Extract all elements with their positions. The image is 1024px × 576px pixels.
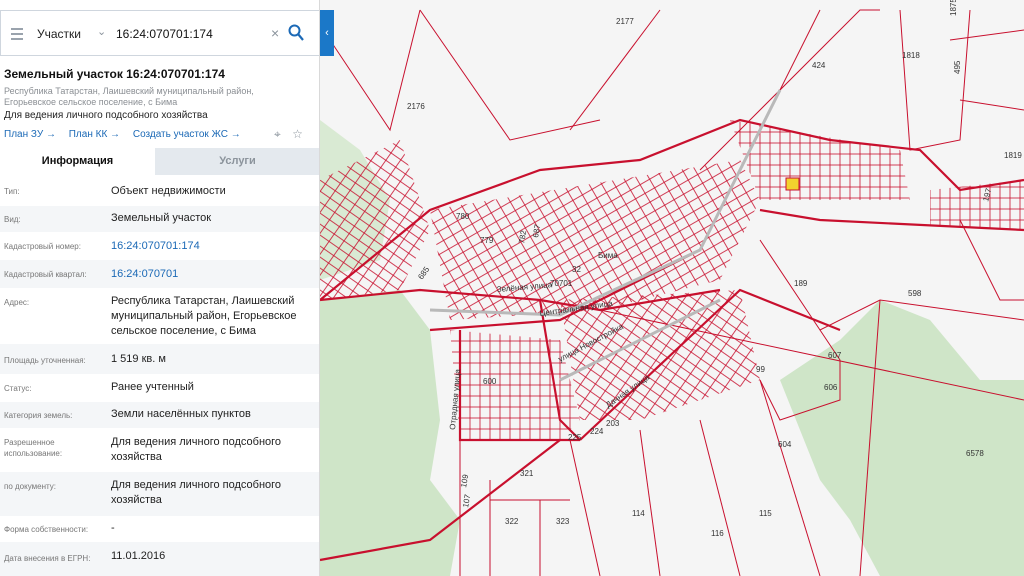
parcel-number-label: 99 (756, 365, 765, 374)
parcel-number-label: 189 (794, 279, 808, 288)
parcel-number-label: 779 (480, 236, 494, 245)
parcel-number-label: 322 (505, 517, 519, 526)
menu-icon[interactable] (11, 28, 23, 40)
collapse-panel-button[interactable]: ‹ (320, 10, 334, 56)
parcel-number-label: 323 (556, 517, 570, 526)
info-row-address: Адрес: Республика Татарстан, Лаишевский … (0, 288, 319, 344)
row-value: Земли населённых пунктов (111, 408, 251, 420)
row-value: Объект недвижимости (111, 185, 226, 197)
plan-kk-link[interactable]: План КК → (69, 129, 120, 140)
search-icon[interactable] (288, 24, 304, 42)
info-row-by-document: по документу: Для ведения личного подсоб… (0, 472, 319, 516)
info-row-category: Категория земель: Земли населённых пункт… (0, 402, 319, 428)
close-icon[interactable]: × (271, 25, 279, 41)
parcel-number-label: 115 (759, 509, 772, 518)
parcel-number-label: 203 (606, 419, 620, 428)
cadastral-number-link[interactable]: 16:24:070701:174 (111, 239, 311, 254)
row-value: Земельный участок (111, 212, 212, 224)
info-row-kind: Вид: Земельный участок (0, 206, 319, 232)
parcel-number-label: 607 (828, 351, 842, 360)
parcel-number-label: 604 (778, 440, 792, 449)
tab-bar: Информация Услуги (0, 148, 319, 175)
row-value: Ранее учтенный (111, 381, 194, 393)
row-label: Форма собственности: (4, 525, 89, 534)
info-row-cadastral-quarter: Кадастровый квартал: 16:24:070701 (0, 260, 319, 288)
row-label: Кадастровый квартал: (4, 270, 87, 279)
info-panel: Участки ⌄ 16:24:070701:174 × Земельный у… (0, 0, 320, 576)
row-label: Площадь уточненная: (4, 356, 86, 365)
action-links: План ЗУ → План КК → Создать участок ЖС → (4, 129, 251, 140)
parcel-number-label: 780 (456, 212, 470, 221)
row-value: Для ведения личного подсобного хозяйства (111, 436, 282, 463)
parcel-number-label: 606 (824, 383, 838, 392)
parcel-number-label: 2177 (616, 17, 634, 26)
parcel-number-label: 424 (812, 61, 826, 70)
search-input[interactable]: 16:24:070701:174 (116, 27, 213, 41)
row-label: Вид: (4, 215, 21, 224)
parcel-number-label: 1875 (949, 0, 958, 16)
info-row-ownership: Форма собственности: - (0, 516, 319, 542)
parcel-number-label: 116 (711, 529, 724, 538)
info-row-type: Тип: Объект недвижимости (0, 178, 319, 206)
selected-parcel[interactable] (785, 177, 800, 191)
row-label: Категория земель: (4, 411, 73, 420)
info-row-permitted-use: Разрешенное использование: Для ведения л… (0, 428, 319, 472)
info-row-egrn-date: Дата внесения в ЕГРН: 11.01.2016 (0, 542, 319, 576)
tools: ⌖ ☆ (274, 127, 311, 142)
parcel-number-label: 114 (632, 509, 645, 518)
parcel-purpose: Для ведения личного подсобного хозяйства (4, 110, 208, 121)
parcel-number-label: 6578 (966, 449, 984, 458)
parcel-number-label: 321 (520, 469, 534, 478)
row-label: Разрешенное использование: (4, 438, 63, 458)
row-label: Тип: (4, 187, 20, 196)
village-label: Бима (598, 251, 618, 260)
parcel-number-label: 600 (483, 377, 497, 386)
row-label: по документу: (4, 482, 56, 491)
tab-info[interactable]: Информация (0, 148, 155, 175)
row-value: Для ведения личного подсобного хозяйства (111, 479, 282, 506)
parcel-number-label: 2176 (407, 102, 425, 111)
parcel-address-short: Республика Татарстан, Лаишевский муницип… (4, 86, 254, 107)
info-row-area: Площадь уточненная: 1 519 кв. м (0, 344, 319, 374)
row-value: 11.01.2016 (111, 550, 166, 562)
row-label: Статус: (4, 384, 32, 393)
row-label: Кадастровый номер: (4, 242, 81, 251)
parcel-number-label: 225 (568, 433, 582, 442)
search-scope-select[interactable]: Участки (37, 27, 81, 41)
parcel-number-label: 32 (572, 265, 581, 274)
parcel-title: Земельный участок 16:24:070701:174 (4, 67, 225, 81)
row-value: Республика Татарстан, Лаишевский муницип… (111, 295, 297, 337)
tab-services[interactable]: Услуги (155, 148, 319, 175)
row-label: Дата внесения в ЕГРН: (4, 554, 91, 563)
locate-icon[interactable]: ⌖ (274, 127, 281, 141)
plan-zu-link[interactable]: План ЗУ → (4, 129, 56, 140)
housing-block (450, 330, 580, 440)
row-label: Адрес: (4, 298, 30, 307)
parcel-number-label: 598 (908, 289, 922, 298)
parcel-number-label: 495 (953, 60, 962, 74)
parcel-number-label: 224 (590, 427, 604, 436)
cadastral-quarter-link[interactable]: 16:24:070701 (111, 267, 311, 282)
row-value: 1 519 кв. м (111, 353, 166, 365)
row-value: - (111, 522, 115, 534)
parcel-number-label: 1819 (1004, 151, 1022, 160)
info-row-cadastral-number: Кадастровый номер: 16:24:070701:174 (0, 232, 319, 260)
star-icon[interactable]: ☆ (292, 127, 303, 141)
parcel-number-label: 70701 (550, 279, 573, 288)
parcel-number-label: 1818 (902, 51, 920, 60)
chevron-down-icon[interactable]: ⌄ (97, 25, 106, 38)
create-zs-link[interactable]: Создать участок ЖС → (133, 129, 241, 140)
info-row-status: Статус: Ранее учтенный (0, 374, 319, 402)
search-bar: Участки ⌄ 16:24:070701:174 × (0, 10, 319, 56)
